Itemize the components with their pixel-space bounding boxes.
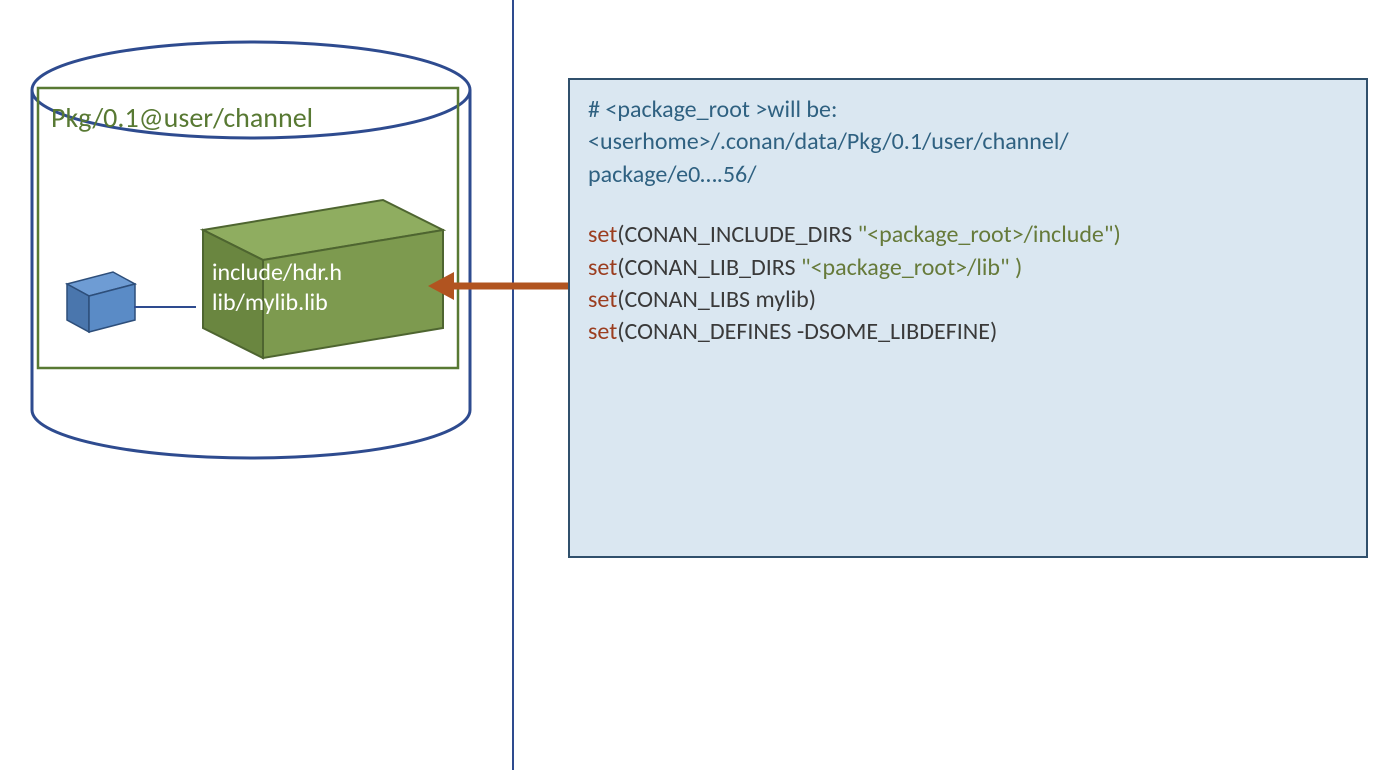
package-content-line: include/hdr.h	[212, 258, 342, 288]
generated-code-box: # <package_root >will be: <userhome>/.co…	[568, 78, 1368, 558]
code-line: set(CONAN_LIBS mylib)	[588, 284, 1348, 316]
code-line: set(CONAN_DEFINES -DSOME_LIBDEFINE)	[588, 316, 1348, 348]
blank-line	[588, 191, 1348, 219]
code-line: set(CONAN_LIB_DIRS "<package_root>/lib" …	[588, 252, 1348, 284]
set-keyword: set	[588, 285, 617, 314]
set-arg: (CONAN_DEFINES -DSOME_LIBDEFINE)	[617, 317, 997, 346]
set-arg: (CONAN_LIBS mylib)	[617, 285, 816, 314]
set-keyword: set	[588, 253, 617, 282]
set-arg-value: "<package_root>/lib" )	[801, 253, 1022, 282]
code-comment: <userhome>/.conan/data/Pkg/0.1/user/chan…	[588, 126, 1348, 158]
code-comment: # <package_root >will be:	[588, 94, 1348, 126]
code-comment: package/e0….56/	[588, 159, 1348, 191]
set-arg-key: (CONAN_LIB_DIRS	[617, 253, 801, 282]
set-arg-key: (CONAN_INCLUDE_DIRS	[617, 220, 857, 249]
code-line: set(CONAN_INCLUDE_DIRS "<package_root>/i…	[588, 219, 1348, 251]
package-contents: include/hdr.h lib/mylib.lib	[212, 258, 342, 318]
set-arg-value: "<package_root>/include")	[858, 220, 1121, 249]
package-label: Pkg/0.1@user/channel	[51, 100, 313, 135]
set-keyword: set	[588, 220, 617, 249]
set-keyword: set	[588, 317, 617, 346]
package-content-line: lib/mylib.lib	[212, 288, 342, 318]
